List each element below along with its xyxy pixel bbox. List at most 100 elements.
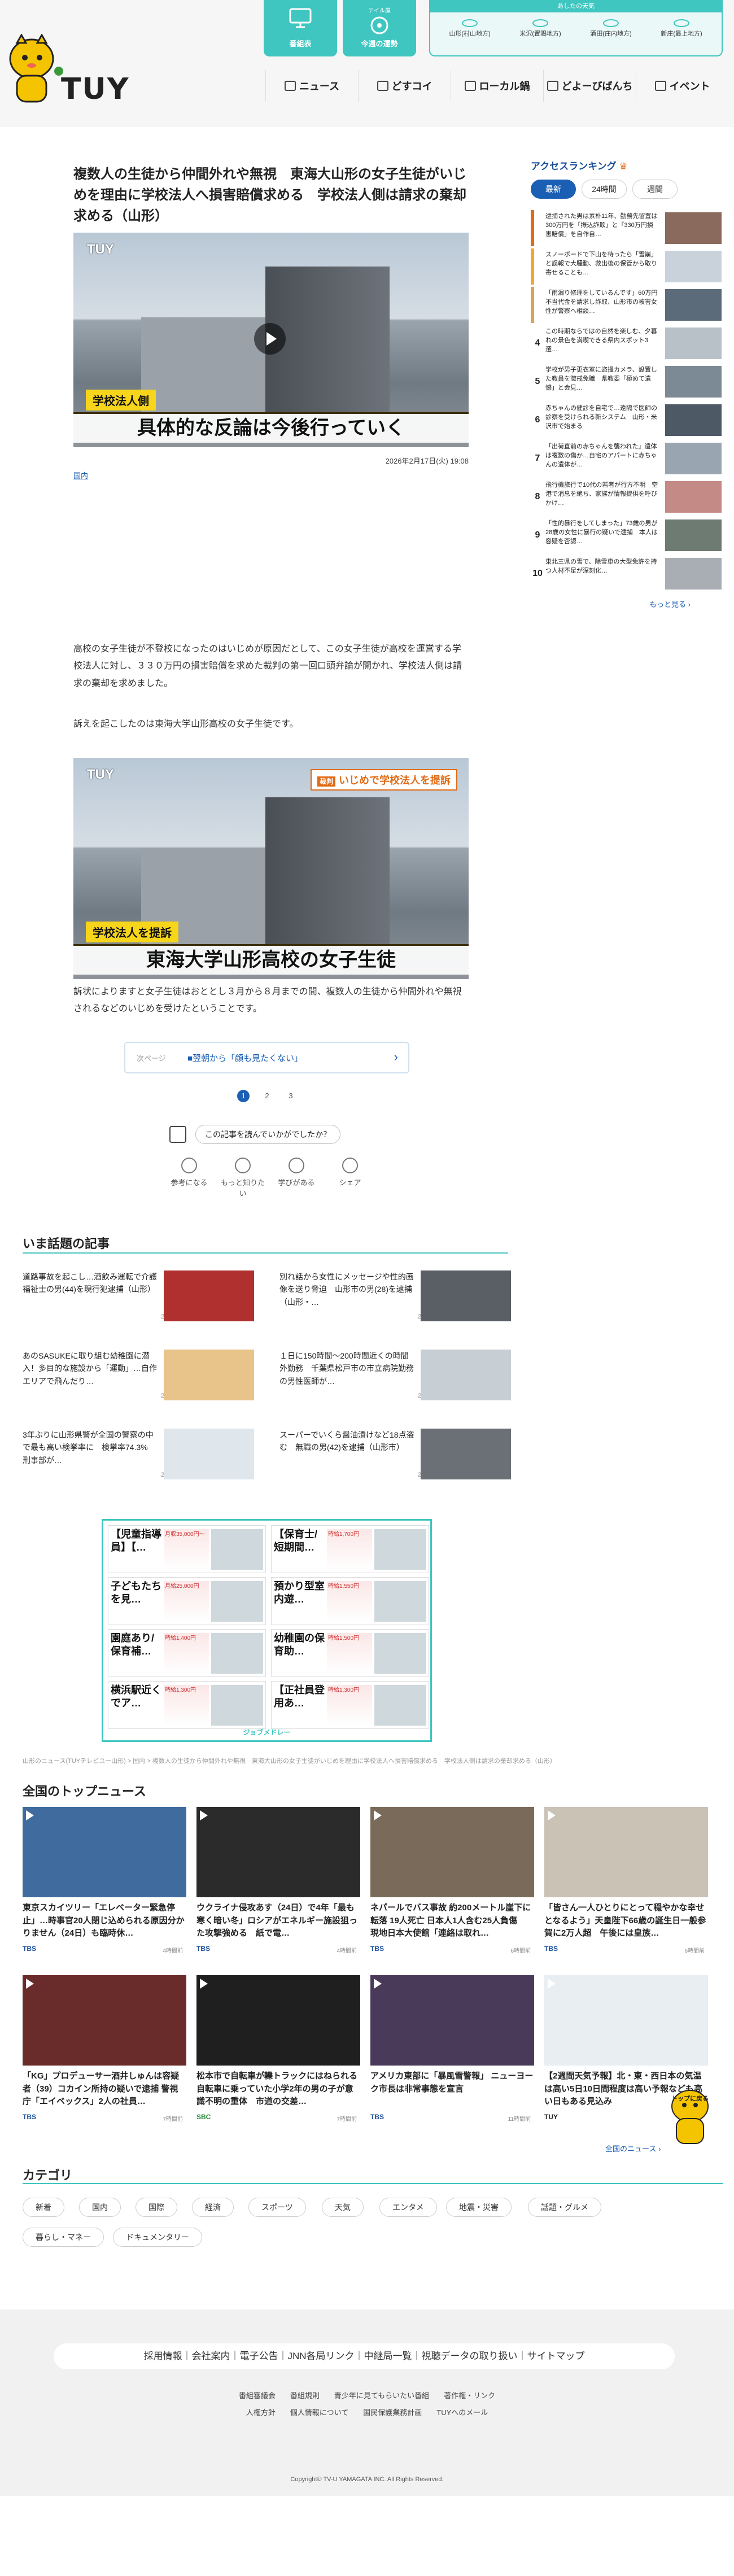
top-news-more-link[interactable]: 全国のニュース › — [605, 2143, 661, 2154]
category-chip[interactable]: スポーツ — [248, 2198, 306, 2217]
category-chip[interactable]: エンタメ — [379, 2198, 437, 2217]
ad-cell[interactable]: 横浜駅近くでア… 時給1,300円 — [108, 1681, 266, 1729]
topic-item[interactable]: 道路事故を起こし…酒飲み運転で介護福祉士の男(44)を現行犯逮捕（山形）2026… — [23, 1270, 271, 1338]
reaction-label: 学びがある — [278, 1178, 315, 1187]
weather-area-label: 米沢(置賜地方) — [519, 30, 561, 37]
category-chip[interactable]: 国内 — [79, 2198, 121, 2217]
nav-local[interactable]: ローカル鍋 — [451, 70, 543, 102]
category-chip[interactable]: 天気 — [322, 2198, 364, 2217]
news-card[interactable]: ウクライナ侵攻あす（24日）で4年「最も寒く暗い冬」ロシアがエネルギー施設狙った… — [196, 1807, 360, 1959]
news-card[interactable]: ネパールでバス事故 約200メートル崖下に転落 19人死亡 日本人1人含む25人… — [370, 1807, 534, 1959]
ranking-item[interactable]: 9 「性的暴行をしてしまった」73歳の男が28歳の女性に暴行の疑いで逮捕 本人は容… — [531, 517, 723, 553]
tab-latest[interactable]: 最新 — [531, 180, 576, 199]
topic-item[interactable]: あのSASUKEに取り組む幼稚園に潜入！多目的な施設から「運動」…自作エリアで飛… — [23, 1350, 271, 1417]
nav-doyobi[interactable]: どよーびばんち — [543, 70, 636, 102]
ranking-item[interactable]: 1 逮捕された男は素朴11年、勤務先留置は300万円を「振込詐欺」と「330万円損… — [531, 210, 723, 246]
nav-event[interactable]: イベント — [636, 70, 728, 102]
reaction-learn[interactable]: 学びがある — [271, 1158, 322, 1187]
next-label: 次ページ — [137, 1054, 166, 1063]
news-card[interactable]: 東京スカイツリー「エレベーター緊急停止」…時事官20人閉じ込められる原因分かりま… — [23, 1807, 186, 1959]
image-top-tag: 裁判 いじめで学校法人を提訴 — [310, 769, 457, 791]
ad-cell[interactable]: 子どもたちを見… 月給25,000円 — [108, 1577, 266, 1625]
news-thumbnail — [23, 1975, 186, 2066]
nav-news[interactable]: ニュース — [265, 70, 358, 102]
news-card[interactable]: 「KG」プロデューサー酒井しゅんは容疑者（39）コカイン所持の疑いで逮捕 警視庁… — [23, 1975, 186, 2128]
news-source: TBS — [23, 2113, 36, 2121]
page-2[interactable]: 2 — [261, 1090, 273, 1102]
category-link[interactable]: 国内 — [73, 470, 88, 481]
weather-area[interactable]: 新庄(最上地方) — [653, 17, 710, 38]
weather-area[interactable]: 米沢(置賜地方) — [512, 17, 569, 38]
reaction-share[interactable]: シェア — [325, 1158, 375, 1187]
category-chip[interactable]: 暮らし・マネー — [23, 2228, 104, 2247]
ranking-item[interactable]: 8 飛行機旅行で10代の若者が行方不明 空港で消息を絶ち、家族が情報提供を呼びかけ… — [531, 479, 723, 515]
site-logo[interactable]: TUY — [61, 72, 129, 106]
ranking-item[interactable]: 3 「雨漏り修理をしているんです」60万円不当代金を請求し詐取、山形市の被害女性が… — [531, 287, 723, 323]
ranking-item[interactable]: 5 学校が男子更衣室に盗撮カメラ、設置した教員を懲戒免職 県教委「極めて遺憾」と会… — [531, 364, 723, 400]
page-3[interactable]: 3 — [285, 1090, 297, 1102]
footer-links[interactable]: 採用情報｜会社案内｜電子公告｜JNN各局リンク｜中継局一覧｜視聴データの取り扱い… — [54, 2343, 675, 2369]
top-news-title: 全国のトップニュース — [23, 1784, 146, 1798]
job-ad[interactable]: 【児童指導員】【… 月収35,000円〜 【保育士/短期間… 時給1,700円 子どもた… — [102, 1519, 432, 1742]
page-top-button[interactable]: トップに戻る — [667, 2084, 713, 2146]
ad-cell[interactable]: 【児童指導員】【… 月収35,000円〜 — [108, 1525, 266, 1573]
mascot-logo[interactable] — [5, 33, 67, 107]
news-card[interactable]: 松本市で自転車が轢トラックにはねられる 自転車に乗っていた小学2年の男の子が意識… — [196, 1975, 366, 2128]
tv-schedule-tile[interactable]: 番組表 — [264, 0, 337, 56]
topic-item[interactable]: 3年ぶりに山形県警が全国の警察の中で最も高い検挙率に 検挙率74.3% 刑事部が… — [23, 1429, 271, 1496]
rank-thumbnail — [665, 443, 722, 474]
ranking-item[interactable]: 2 スノーボードで下山を待ったら「雪崩」と誤報で大騒動、救出後の保管から取り寄せる… — [531, 248, 723, 285]
play-icon — [548, 1810, 556, 1820]
ranking-more-link[interactable]: もっと見る › — [649, 599, 691, 609]
footer-sub-links[interactable]: 番組審議会 番組規則 青少年に見てもらいたい番組 著作権・リンク — [0, 2390, 734, 2400]
ranking-item[interactable]: 6 赤ちゃんの健診を自宅で…遠隔で医師の診察を受けられる新システム 山形・米沢市で… — [531, 402, 723, 438]
news-card[interactable]: アメリカ東部に「暴風雪警報」 ニューヨーク市長は非常事態を宣言 TBS 11時間前 — [370, 1975, 534, 2128]
reaction-more[interactable]: もっと知りたい — [217, 1158, 268, 1198]
category-chip[interactable]: 話題・グルメ — [528, 2198, 601, 2217]
ranking-title-text: アクセスランキング — [531, 161, 617, 172]
ranking-item[interactable]: 10 東北三県の雪で、除雪車の大型免許を持つ人材不足が深刻化… — [531, 556, 723, 592]
article-paragraph: 高校の女子生徒が不登校になったのはいじめが原因だとして、この女子生徒が高校を運営… — [73, 644, 462, 688]
weather-widget[interactable]: あしたの天気 山形(村山地方) 米沢(置賜地方) 酒田(庄内地方) 新庄(最上地… — [429, 0, 723, 56]
news-source: SBC — [196, 2113, 211, 2121]
topic-item[interactable]: １日に150時間〜200時間近くの時間外勤務 千葉県松戸市の市立病院勤務の男性医… — [279, 1350, 528, 1417]
category-chip[interactable]: 国際 — [136, 2198, 177, 2217]
ranking-tabs: 最新 24時間 週間 — [531, 180, 678, 199]
ad-cell[interactable]: 園庭あり/保育補… 時給1,400円 — [108, 1629, 266, 1677]
topic-item[interactable]: スーパーでいくら醤油漬けなど18点盗む 無職の男(42)を逮捕（山形市）2026… — [279, 1429, 528, 1496]
rank-text: 赤ちゃんの健診を自宅で…遠隔で医師の診察を受けられる新システム 山形・米沢市で始… — [545, 405, 657, 430]
category-chip[interactable]: 地震・災害 — [446, 2198, 512, 2217]
next-page-link[interactable]: 次ページ ■翌朝から「顔も見たくない」 › — [124, 1042, 409, 1073]
footer-sub-links[interactable]: 人権方針 個人情報について 国民保護業務計画 TUYへのメール — [0, 2407, 734, 2417]
category-chip[interactable]: ドキュメンタリー — [113, 2228, 202, 2247]
page-1[interactable]: 1 — [237, 1090, 250, 1102]
play-button[interactable] — [254, 323, 286, 355]
nav-dosukoi[interactable]: どすコイ — [358, 70, 451, 102]
topic-title: スーパーでいくら醤油漬けなど18点盗む 無職の男(42)を逮捕（山形市） — [279, 1430, 414, 1452]
ad-job-title: 【保育士/短期間… — [274, 1529, 318, 1553]
article-image: TUY 裁判 いじめで学校法人を提訴 学校法人を提訴 東海大学山形高校の女子生徒 — [73, 758, 469, 979]
tab-24h[interactable]: 24時間 — [582, 180, 627, 199]
news-source: TBS — [544, 1945, 558, 1953]
weather-area[interactable]: 山形(村山地方) — [442, 17, 498, 38]
rank-thumbnail — [665, 519, 722, 551]
rank-thumbnail — [665, 212, 722, 244]
category-chip[interactable]: 新着 — [23, 2198, 64, 2217]
reaction-helpful[interactable]: 参考になる — [164, 1158, 215, 1187]
ad-cell[interactable]: 幼稚園の保育助… 時給1,500円 — [271, 1629, 429, 1677]
category-chip[interactable]: 経済 — [192, 2198, 234, 2217]
rank-text: 学校が男子更衣室に盗撮カメラ、設置した教員を懲戒免職 県教委「極めて遺憾」と会見… — [545, 366, 657, 391]
ad-cell[interactable]: 【正社員登用あ… 時給1,300円 — [271, 1681, 429, 1729]
article-video[interactable]: TUY 学校法人側 具体的な反論は今後行っていく — [73, 233, 469, 447]
ad-cell[interactable]: 【保育士/短期間… 時給1,700円 — [271, 1525, 429, 1573]
breadcrumb[interactable]: 山形のニュース(TUYテレビユー山形) > 国内 > 複数人の生徒から仲間外れや… — [23, 1756, 723, 1765]
ranking-item[interactable]: 7 「出荷直前の赤ちゃんを襲われた」遺体は複数の傷か…自宅のアパートに赤ちゃんの遺… — [531, 440, 723, 477]
rank-thumbnail — [665, 251, 722, 282]
ranking-item[interactable]: 4 この時期ならではの自然を楽しむ、夕暮れの景色を満喫できる県内スポット3選… — [531, 325, 723, 361]
tab-weekly[interactable]: 週間 — [632, 180, 678, 199]
fortune-tile[interactable]: テイル屋 今週の運勢 — [343, 0, 416, 56]
topic-item[interactable]: 別れ話から女性にメッセージや性的画像を送り脅迫 山形市の男(28)を逮捕（山形・… — [279, 1270, 528, 1338]
ad-cell[interactable]: 預かり型室内遊… 時給1,550円 — [271, 1577, 429, 1625]
news-card[interactable]: 「皆さん一人ひとりにとって穏やかな幸せとなるよう」天皇陛下66歳の誕生日一般参賀… — [544, 1807, 708, 1959]
weather-area[interactable]: 酒田(庄内地方) — [583, 17, 639, 38]
